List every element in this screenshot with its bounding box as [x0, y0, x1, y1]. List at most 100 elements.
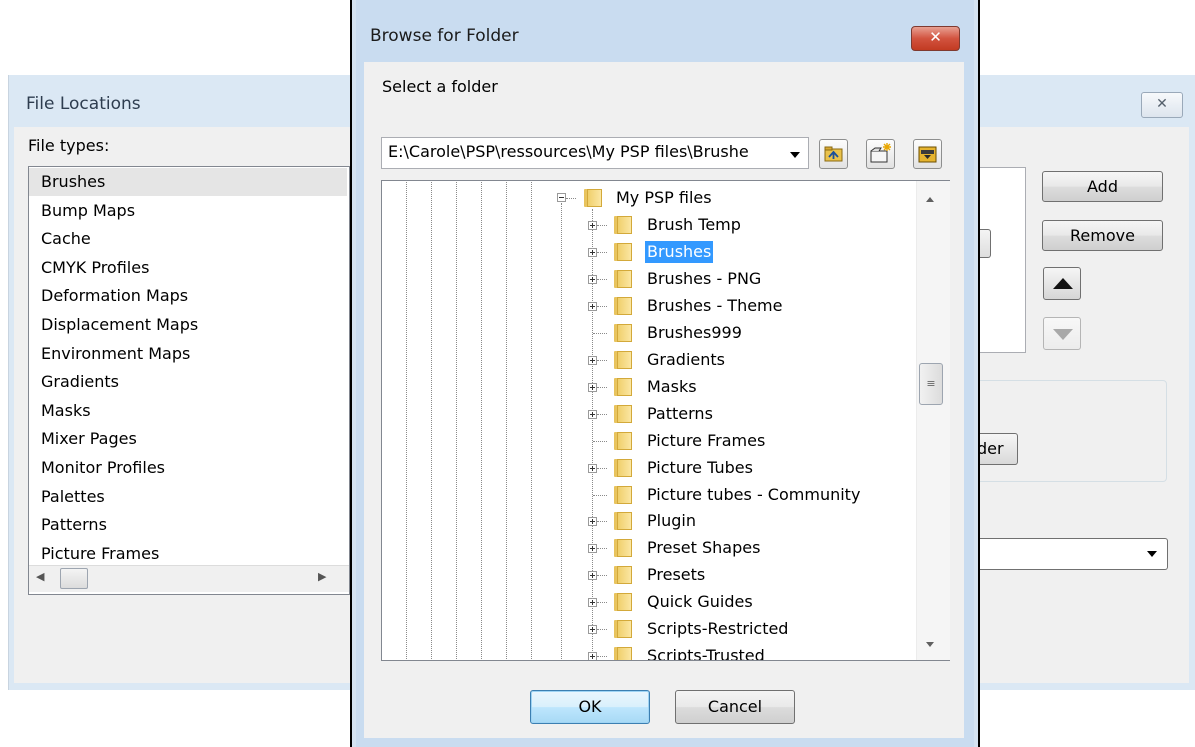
select-folder-label: Select a folder	[382, 77, 498, 96]
path-value[interactable]: E:\Carole\PSP\ressources\My PSP files\Br…	[388, 142, 780, 161]
tree-item-label[interactable]: Brushes	[645, 240, 714, 263]
folders-list-partial[interactable]	[978, 167, 1026, 353]
expand-icon[interactable]	[588, 625, 597, 635]
tree-vertical-scrollbar[interactable]	[916, 181, 950, 660]
expand-icon[interactable]	[588, 463, 597, 473]
file-locations-title: File Locations	[26, 94, 141, 114]
file-type-item[interactable]: Mixer Pages	[29, 425, 347, 453]
scroll-right-icon[interactable]: ▶	[318, 570, 326, 583]
tree-guide-line	[597, 225, 607, 226]
expand-icon[interactable]	[588, 544, 597, 554]
ok-button[interactable]: OK	[530, 690, 650, 724]
tree-guide-line	[597, 278, 607, 280]
folder-icon	[612, 242, 632, 261]
tree-item-label[interactable]: Brush Temp	[645, 214, 743, 236]
tree-guide-line	[506, 182, 507, 659]
file-type-item[interactable]: Environment Maps	[29, 340, 347, 368]
folder-icon	[612, 485, 632, 504]
expand-icon[interactable]	[588, 274, 597, 284]
new-folder-button[interactable]	[866, 139, 895, 169]
folder-icon	[612, 512, 632, 531]
tree-item-label[interactable]: Preset Shapes	[645, 537, 762, 559]
file-type-item[interactable]: Displacement Maps	[29, 311, 347, 339]
tree-item-label[interactable]: Picture Tubes	[645, 457, 755, 479]
folder-icon	[612, 404, 632, 423]
tree-guide-line	[597, 386, 607, 388]
tree-item-label[interactable]: Plugin	[645, 510, 698, 532]
chevron-down-icon[interactable]	[790, 152, 800, 158]
tree-item-label[interactable]: Picture tubes - Community	[645, 484, 862, 506]
file-type-item[interactable]: Patterns	[29, 511, 347, 539]
scroll-up-icon[interactable]	[926, 197, 934, 202]
folder-icon	[582, 189, 602, 207]
folder-icon	[612, 296, 632, 315]
tree-item-label[interactable]: My PSP files	[614, 187, 714, 209]
move-up-button[interactable]	[1043, 267, 1081, 300]
tree-item-label[interactable]: Masks	[645, 376, 699, 398]
tree-guide-line	[597, 467, 607, 469]
file-type-item[interactable]: Cache	[29, 225, 347, 253]
folder-icon	[612, 269, 632, 288]
folder-icon	[612, 431, 632, 450]
expand-icon[interactable]	[588, 598, 597, 608]
file-type-item[interactable]: Monitor Profiles	[29, 454, 347, 482]
expand-icon[interactable]	[588, 382, 597, 392]
tree-item-label[interactable]: Brushes - Theme	[645, 295, 784, 317]
cancel-button[interactable]: Cancel	[675, 690, 795, 724]
tree-item-label[interactable]: Brushes999	[645, 322, 744, 344]
tree-item-label[interactable]: Picture Frames	[645, 430, 767, 452]
file-locations-close-button[interactable]: ✕	[1141, 92, 1183, 118]
file-type-item[interactable]: Bump Maps	[29, 197, 347, 225]
file-type-item[interactable]: Masks	[29, 397, 347, 425]
dialog-close-button[interactable]: ✕	[911, 26, 960, 51]
tree-guide-line	[593, 440, 607, 442]
folder-icon	[612, 620, 632, 639]
file-type-item[interactable]: CMYK Profiles	[29, 254, 347, 282]
view-menu-button[interactable]	[913, 139, 942, 169]
dialog-title: Browse for Folder	[370, 26, 519, 46]
open-folder-icon	[918, 146, 937, 163]
horizontal-scroll-thumb[interactable]	[60, 568, 88, 589]
new-folder-icon	[870, 143, 891, 163]
tree-item-label[interactable]: Scripts-Restricted	[645, 618, 790, 640]
add-button[interactable]: Add	[1042, 171, 1163, 202]
file-type-item[interactable]: Brushes	[29, 168, 347, 196]
move-down-button[interactable]	[1043, 317, 1081, 350]
expand-icon[interactable]	[588, 652, 597, 660]
tree-guide-line	[597, 602, 607, 604]
tree-item-label[interactable]: Brushes - PNG	[645, 268, 763, 290]
expand-icon[interactable]	[588, 571, 597, 581]
tree-guide-line	[431, 182, 432, 659]
collapse-icon[interactable]	[557, 193, 566, 202]
expand-icon[interactable]	[588, 355, 597, 365]
tree-item-label[interactable]: Patterns	[645, 403, 715, 425]
file-type-item[interactable]: Gradients	[29, 368, 347, 396]
file-types-list[interactable]: Brushes Bump Maps Cache CMYK Profiles Deform…	[28, 166, 350, 595]
file-type-item[interactable]: Palettes	[29, 483, 347, 511]
tree-guide-line	[456, 182, 457, 659]
expand-icon[interactable]	[588, 517, 597, 527]
tree-guide-line	[597, 548, 607, 550]
close-icon: ✕	[1156, 96, 1168, 112]
file-type-item[interactable]: Picture Frames	[29, 540, 347, 568]
expand-icon[interactable]	[588, 247, 597, 257]
remove-button[interactable]: Remove	[1042, 220, 1163, 251]
tree-item-label[interactable]: Quick Guides	[645, 591, 755, 613]
folder-icon	[612, 377, 632, 396]
scroll-down-icon[interactable]	[926, 642, 934, 647]
scroll-left-icon[interactable]: ◀	[36, 570, 44, 583]
expand-icon[interactable]	[588, 409, 597, 419]
tree-guide-line	[566, 198, 576, 199]
arrow-up-icon	[1053, 278, 1073, 289]
tree-guide-line	[593, 332, 607, 334]
tree-item-label[interactable]: Gradients	[645, 349, 727, 371]
tree-item-label[interactable]: Presets	[645, 564, 707, 586]
file-type-item[interactable]: Deformation Maps	[29, 282, 347, 310]
expand-icon[interactable]	[588, 221, 597, 230]
folder-icon	[612, 539, 632, 558]
location-dropdown[interactable]	[978, 538, 1168, 570]
expand-icon[interactable]	[588, 301, 597, 311]
vertical-scroll-thumb[interactable]: ≡	[919, 363, 943, 405]
up-one-level-button[interactable]	[819, 139, 848, 169]
arrow-down-icon	[1053, 329, 1073, 340]
